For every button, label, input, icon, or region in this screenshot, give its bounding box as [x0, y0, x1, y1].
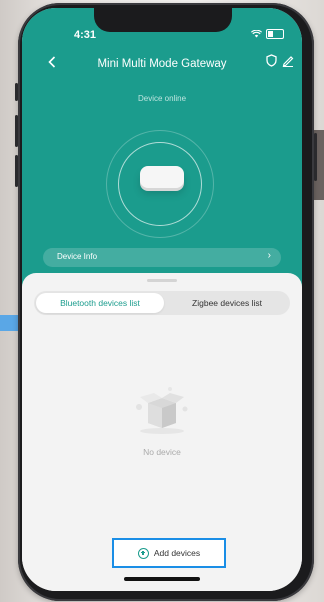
gateway-device-image [140, 166, 184, 188]
add-devices-label: Add devices [153, 548, 201, 558]
chevron-right-icon: › [267, 250, 271, 261]
sheet-handle[interactable] [147, 279, 177, 282]
device-status: Device online [137, 94, 187, 103]
device-hero: 4:31 Mini Multi Mode Gateway Device onli… [22, 8, 302, 293]
phone-power-button [314, 133, 317, 181]
page-title: Mini Multi Mode Gateway [97, 58, 227, 70]
device-list-tabs: Zigbee devices list Bluetooth devices li… [34, 291, 290, 315]
home-indicator[interactable] [124, 577, 200, 581]
edit-icon[interactable] [282, 54, 294, 67]
phone-side-button [15, 83, 18, 101]
phone-side-button [15, 155, 18, 187]
phone-side-button [15, 115, 18, 147]
tab-zigbee-devices[interactable]: Zigbee devices list [164, 291, 290, 315]
notch [94, 8, 232, 32]
tab-bluetooth-devices[interactable]: Bluetooth devices list [36, 293, 164, 313]
battery-icon [266, 29, 284, 39]
device-list-sheet: Zigbee devices list Bluetooth devices li… [22, 273, 302, 591]
device-info-row[interactable]: Device Info › [43, 248, 281, 267]
empty-state-text: No device [143, 447, 181, 457]
shield-icon[interactable] [266, 54, 277, 67]
add-circle-icon [137, 547, 149, 559]
add-devices-button[interactable]: Add devices [112, 538, 226, 568]
empty-box-icon [136, 387, 188, 434]
device-info-label: Device Info [57, 252, 98, 261]
app-screen: 4:31 Mini Multi Mode Gateway Device onli… [22, 8, 302, 591]
wifi-icon [251, 30, 262, 38]
status-icons [251, 29, 284, 39]
status-time: 4:31 [74, 29, 97, 41]
